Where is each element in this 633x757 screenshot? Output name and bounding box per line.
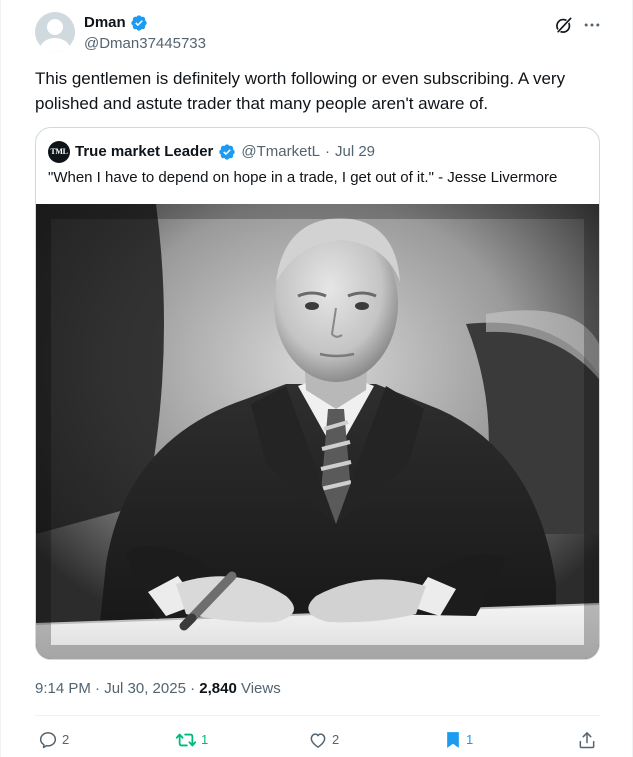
quoted-author-name[interactable]: True market Leader [75,142,213,162]
reply-count: 2 [62,732,70,747]
quoted-photo[interactable] [36,204,599,659]
avatar[interactable] [35,12,75,52]
quoted-tweet-card[interactable]: TML True market Leader @TmarketL · Jul 2… [35,127,600,660]
share-button[interactable] [577,729,597,751]
author-name-row: Dman [84,13,148,33]
separator-dot: · [324,143,330,160]
quoted-tweet-text: "When I have to depend on hope in a trad… [48,169,558,186]
tweet-article: Dman @Dman37445733 This gentlemen is def… [0,0,633,757]
quoted-date[interactable]: Jul 29 [335,142,375,162]
share-icon [577,730,597,750]
bookmark-button[interactable]: 1 [444,729,473,751]
repost-count: 1 [201,732,209,747]
more-icon[interactable] [582,15,602,35]
repost-button[interactable]: 1 [175,729,208,751]
divider [35,715,600,716]
avatar-placeholder-head [47,19,63,35]
timestamp[interactable]: 9:14 PM · Jul 30, 2025 · [35,680,199,697]
views-count: 2,840 [199,680,237,697]
like-icon [308,730,328,750]
like-button[interactable]: 2 [308,729,339,751]
like-count: 2 [332,732,340,747]
author-handle[interactable]: @Dman37445733 [84,34,206,54]
quoted-tweet-header: TML True market Leader @TmarketL · Jul 2… [48,141,375,163]
views-label: Views [236,680,281,697]
reply-button[interactable]: 2 [38,729,69,751]
verified-badge-icon [218,143,236,161]
tweet-text: This gentlemen is definitely worth follo… [35,69,566,113]
bookmark-icon [444,730,462,750]
author-display-name[interactable]: Dman [84,13,126,33]
grok-icon[interactable] [554,15,574,35]
reply-icon [38,730,58,750]
tweet-meta: 9:14 PM · Jul 30, 2025 · 2,840 Views [35,679,281,699]
quoted-author-avatar[interactable]: TML [48,141,70,163]
bookmark-count: 1 [466,732,474,747]
avatar-placeholder-body [40,38,70,52]
repost-icon [175,730,197,750]
quoted-author-handle[interactable]: @TmarketL [241,142,320,162]
verified-badge-icon [130,14,148,32]
